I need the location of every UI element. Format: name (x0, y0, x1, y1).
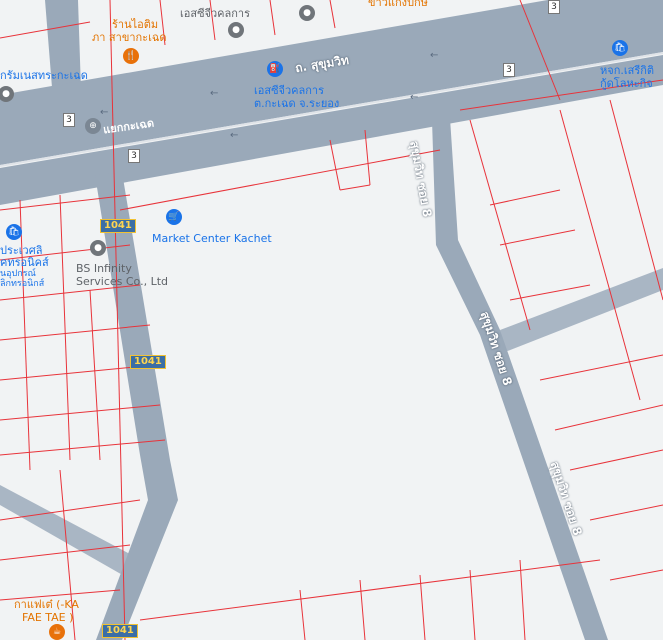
map-canvas[interactable]: ← ← ← ← ← ถ. สุขุมวิท สุขุมวิท ซอย 8 สุข… (0, 0, 663, 640)
top-poi-label[interactable]: เอสซีจีวคลการ (180, 7, 250, 20)
left-poi-label[interactable]: กรัมเนสทระกะเฉด (0, 69, 88, 82)
route-3-shield: 3 (503, 63, 515, 77)
top-right-label-2[interactable]: กู้ดโลหะกิจ (600, 77, 653, 90)
shopping-cart-icon[interactable]: 🛒 (166, 209, 182, 225)
top-right-label-1[interactable]: หจก.เสรีกิติ (600, 64, 654, 77)
coffee-icon[interactable]: ☕ (49, 624, 65, 640)
place-pin-icon[interactable]: ● (299, 5, 315, 21)
fuel-station-label-1[interactable]: เอสซีจีวคลการ (254, 84, 324, 97)
route-3-shield: 3 (548, 0, 560, 14)
svg-text:←: ← (210, 88, 218, 99)
left-blue-label-4[interactable]: ลิกทรอนิกส์ (0, 278, 44, 291)
market-center-label[interactable]: Market Center Kachet (152, 232, 272, 245)
svg-text:←: ← (100, 107, 108, 118)
route-3-shield: 3 (63, 113, 75, 127)
bs-infinity-label-1[interactable]: BS Infinity (76, 262, 132, 275)
fuel-station-label-2[interactable]: ต.กะเฉด จ.ระยอง (254, 97, 339, 110)
svg-text:←: ← (430, 50, 438, 61)
cafe-label-1[interactable]: กาแฟเต๋ (-KA (14, 598, 79, 611)
junction-icon[interactable]: ⊕ (85, 118, 101, 134)
gas-station-icon[interactable]: ⛽ (267, 61, 283, 77)
shopping-bag-icon[interactable]: 🛍 (612, 40, 628, 56)
svg-text:←: ← (230, 130, 238, 141)
cafe-label-2[interactable]: FAE TAE ) (22, 611, 73, 624)
place-pin-icon[interactable]: ● (228, 22, 244, 38)
route-3-shield: 3 (128, 149, 140, 163)
route-1041-shield: 1041 (102, 624, 138, 638)
top-orange-label[interactable]: ข้าวแกงปักษ์ (368, 0, 428, 9)
svg-text:←: ← (410, 92, 418, 103)
shopping-bag-icon[interactable]: 🛍 (6, 224, 22, 240)
bs-infinity-label-2[interactable]: Services Co., Ltd (76, 275, 168, 288)
place-pin-icon[interactable]: ● (90, 240, 106, 256)
route-1041-shield: 1041 (130, 355, 166, 369)
restaurant-icon[interactable]: 🍴 (123, 48, 139, 64)
shop-top-label-1[interactable]: ร้านไอติม (112, 18, 158, 31)
shop-top-label-2[interactable]: ภา สาขากะเฉด (92, 31, 166, 44)
route-1041-shield: 1041 (100, 219, 136, 233)
map-base-layer: ← ← ← ← ← (0, 0, 663, 640)
